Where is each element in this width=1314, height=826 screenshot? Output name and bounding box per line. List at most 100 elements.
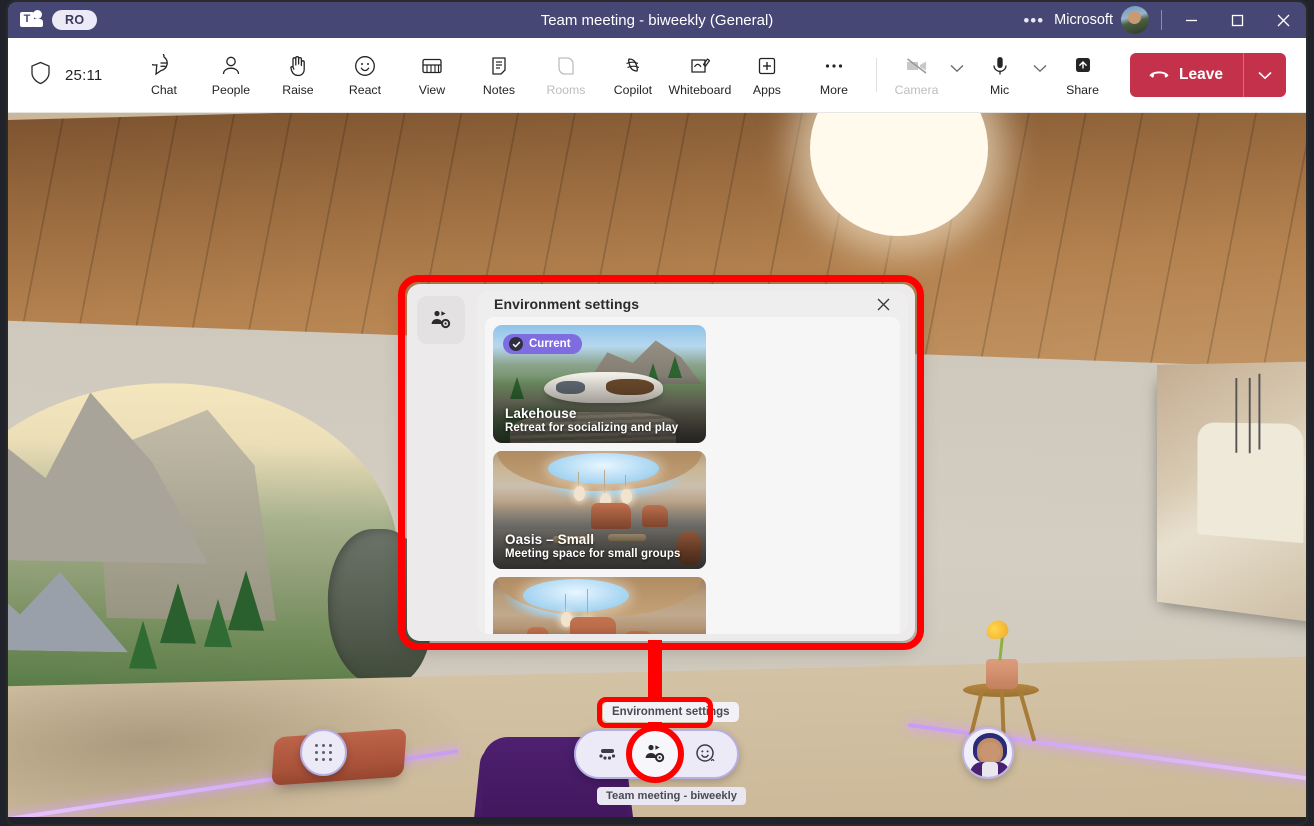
environment-scrim xyxy=(493,627,706,634)
user-avatar[interactable] xyxy=(1121,6,1149,34)
environment-description: Retreat for socializing and play xyxy=(505,422,678,434)
tool-rooms: Rooms xyxy=(532,45,599,105)
environment-text: Oasis – Small Meeting space for small gr… xyxy=(505,532,681,560)
tool-react[interactable]: React xyxy=(331,45,398,105)
environment-card-oasis-large[interactable]: Oasis – Large Meeting space for large gr… xyxy=(493,577,706,634)
toolbar-divider xyxy=(876,58,877,92)
meeting-name-label: Team meeting - biweekly xyxy=(597,787,746,805)
hangup-icon xyxy=(1148,66,1170,84)
org-name: Microsoft xyxy=(1054,12,1121,28)
close-button[interactable] xyxy=(1260,2,1306,38)
camera-off-icon xyxy=(904,53,930,79)
meeting-toolbar: 25:11 Chat People Raise xyxy=(8,38,1306,113)
whiteboard-icon xyxy=(688,53,712,79)
view-icon xyxy=(420,53,444,79)
environment-card-lakehouse[interactable]: Current Lakehouse Retreat for socializin… xyxy=(493,325,706,443)
mic-icon xyxy=(988,53,1012,79)
scene-wall-painting xyxy=(1157,361,1306,626)
environment-name: Oasis – Small xyxy=(505,532,681,547)
current-badge-label: Current xyxy=(529,338,571,350)
tool-more[interactable]: More xyxy=(800,45,867,105)
tooltip-highlight-annotation xyxy=(597,697,713,728)
notes-icon xyxy=(487,53,511,79)
mic-label: Mic xyxy=(990,83,1009,97)
tool-label: More xyxy=(820,83,848,97)
tool-view[interactable]: View xyxy=(398,45,465,105)
camera-options-chevron-down-icon[interactable] xyxy=(950,64,966,87)
hud-apps-button[interactable] xyxy=(300,729,347,776)
mic-toggle[interactable]: Mic xyxy=(966,45,1033,105)
title-bar-divider xyxy=(1161,10,1162,30)
dialog-rail xyxy=(407,284,477,641)
copilot-icon xyxy=(621,53,645,79)
leave-options-chevron-down-icon[interactable] xyxy=(1244,53,1286,97)
toolbar-items: Chat People Raise React xyxy=(130,45,867,105)
environment-text: Lakehouse Retreat for socializing and pl… xyxy=(505,406,678,434)
tool-label: Raise xyxy=(282,83,313,97)
participant-avatar[interactable] xyxy=(962,727,1014,779)
environment-description: Meeting space for small groups xyxy=(505,548,681,560)
environment-settings-dialog-wrapper: Environment settings xyxy=(398,275,924,650)
more-ellipsis-icon xyxy=(822,53,846,79)
current-badge: Current xyxy=(503,334,582,354)
close-icon[interactable] xyxy=(870,291,896,317)
leave-label: Leave xyxy=(1179,66,1223,84)
environment-settings-icon[interactable] xyxy=(417,296,465,344)
shield-icon xyxy=(30,61,51,90)
camera-label: Camera xyxy=(895,83,939,97)
teams-meeting-window: T RO Team meeting - biweekly (General) •… xyxy=(0,0,1314,826)
tool-raise[interactable]: Raise xyxy=(264,45,331,105)
tool-label: Notes xyxy=(483,83,515,97)
environment-list: Current Lakehouse Retreat for socializin… xyxy=(485,317,900,634)
tool-whiteboard[interactable]: Whiteboard xyxy=(666,45,733,105)
environment-name: Lakehouse xyxy=(505,406,678,421)
tool-label: Apps xyxy=(753,83,781,97)
hud-environment-highlight-annotation xyxy=(626,725,684,783)
share-screen-icon xyxy=(1071,53,1095,79)
tool-label: React xyxy=(349,83,381,97)
apps-plus-icon xyxy=(755,53,779,79)
tool-notes[interactable]: Notes xyxy=(465,45,532,105)
dialog-panel: Environment settings xyxy=(477,291,908,634)
toolbar-right: Camera Mic Share xyxy=(870,45,1306,105)
people-icon xyxy=(219,53,243,79)
hud-reaction-button[interactable] xyxy=(689,737,723,771)
title-bar-left: T RO xyxy=(8,9,97,31)
dialog-title: Environment settings xyxy=(494,296,639,312)
tool-apps[interactable]: Apps xyxy=(733,45,800,105)
scene-vase xyxy=(986,659,1018,689)
environment-settings-dialog: Environment settings xyxy=(407,284,915,641)
title-bar: T RO Team meeting - biweekly (General) •… xyxy=(8,2,1306,38)
overflow-menu-button[interactable]: ••• xyxy=(1013,12,1054,29)
apps-grid-icon xyxy=(315,744,333,762)
environment-thumbnail xyxy=(493,577,706,634)
tool-label: Copilot xyxy=(614,83,652,97)
leave-button[interactable]: Leave xyxy=(1130,53,1243,97)
tool-label: Rooms xyxy=(546,83,585,97)
react-icon xyxy=(353,53,377,79)
maximize-button[interactable] xyxy=(1214,2,1260,38)
minimize-button[interactable] xyxy=(1168,2,1214,38)
share-label: Share xyxy=(1066,83,1099,97)
title-bar-right: ••• Microsoft xyxy=(1013,2,1306,38)
tool-people[interactable]: People xyxy=(197,45,264,105)
leave-button-group: Leave xyxy=(1130,53,1286,97)
tool-copilot[interactable]: Copilot xyxy=(599,45,666,105)
tool-label: Chat xyxy=(151,83,177,97)
app-badge: RO xyxy=(52,10,97,30)
teams-logo-icon: T xyxy=(20,9,42,31)
meeting-timer: 25:11 xyxy=(65,67,102,84)
check-icon xyxy=(509,337,523,351)
mic-options-chevron-down-icon[interactable] xyxy=(1033,64,1049,87)
rooms-icon xyxy=(554,53,578,79)
camera-toggle[interactable]: Camera xyxy=(883,45,950,105)
tool-label: People xyxy=(212,83,250,97)
raise-hand-icon xyxy=(286,53,310,79)
tool-label: View xyxy=(419,83,445,97)
chat-icon xyxy=(152,53,176,79)
tool-label: Whiteboard xyxy=(668,83,731,97)
hud-accessory-button[interactable] xyxy=(590,737,624,771)
environment-card-oasis-small[interactable]: Oasis – Small Meeting space for small gr… xyxy=(493,451,706,569)
tool-chat[interactable]: Chat xyxy=(130,45,197,105)
share-button[interactable]: Share xyxy=(1049,45,1116,105)
